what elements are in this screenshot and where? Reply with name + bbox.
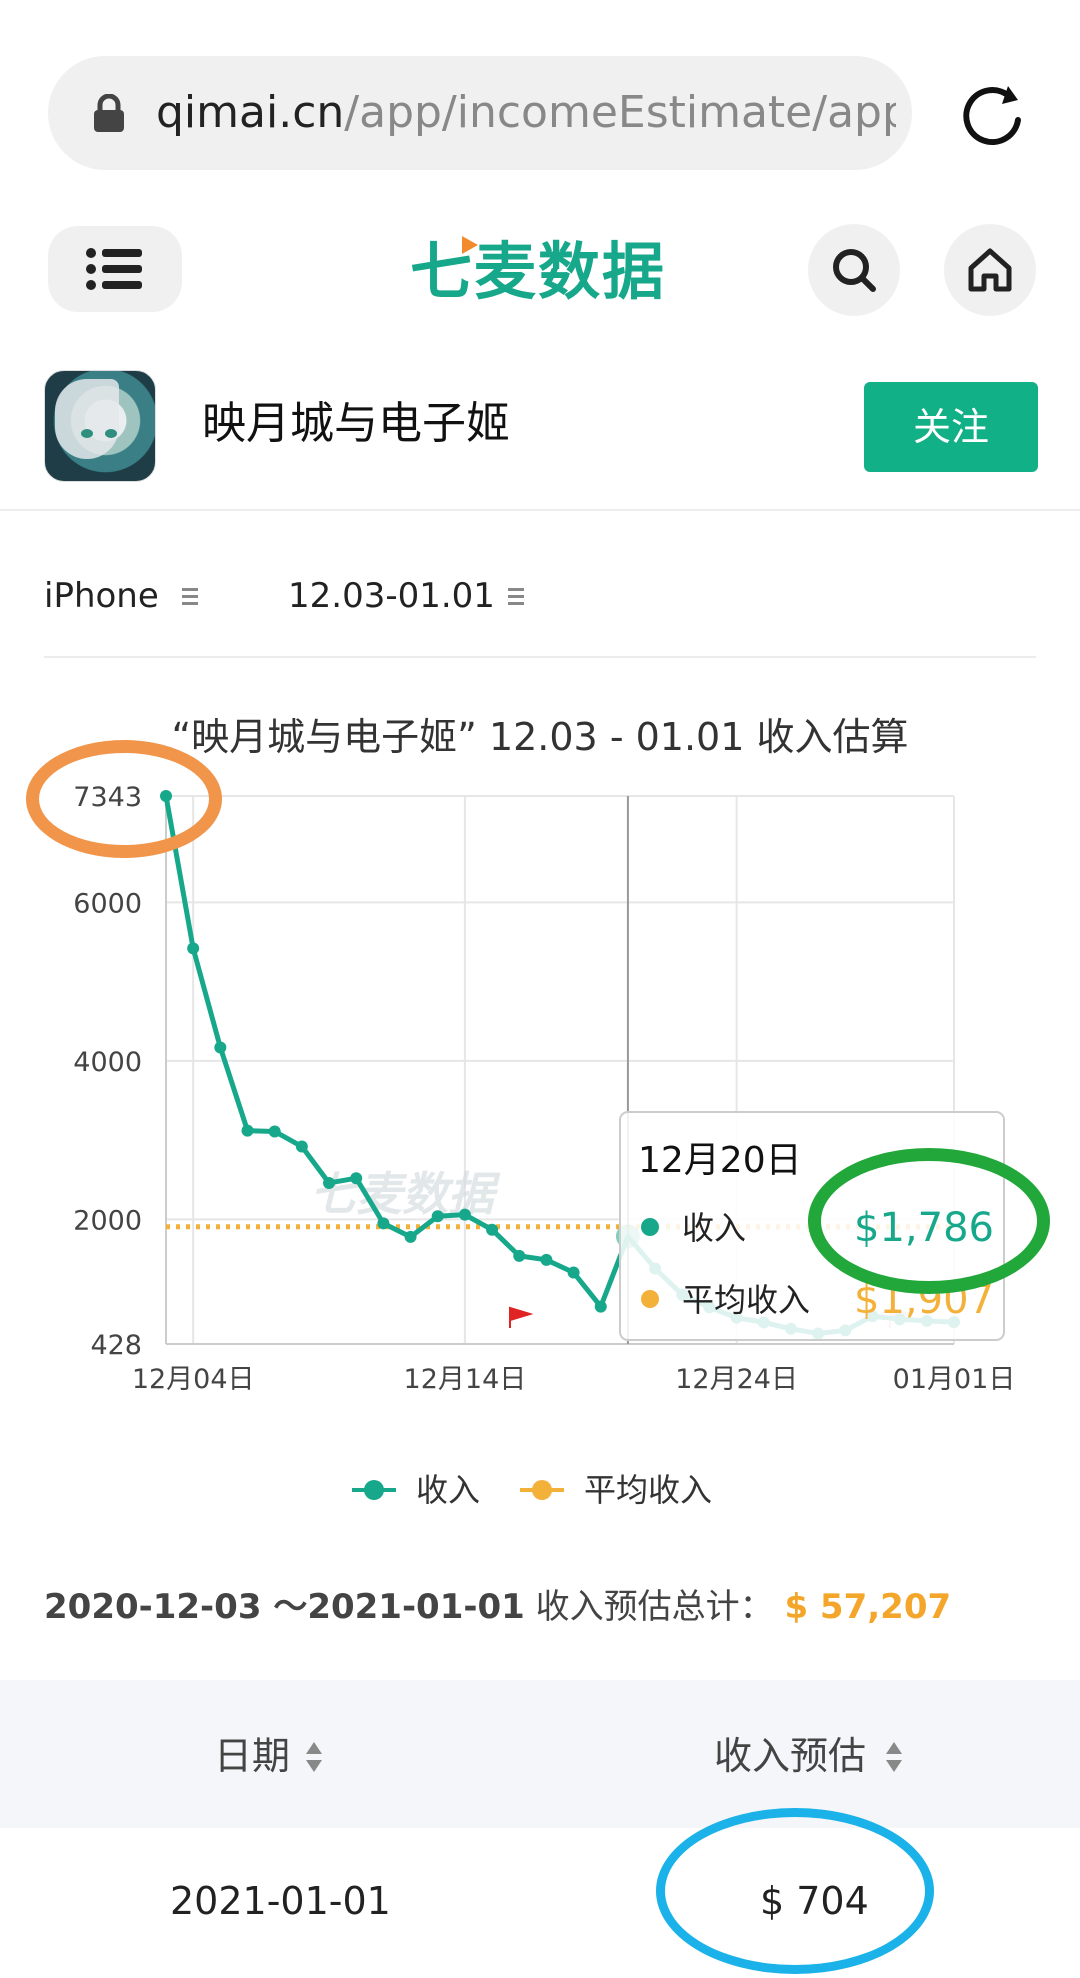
address-bar[interactable]: qimai.cn/app/incomeEstimate/appid/152894… [48, 56, 912, 170]
data-point-income [567, 1266, 580, 1279]
date-range-filter[interactable]: 12.03-01.01 [288, 574, 495, 618]
table-header: 日期 收入预估 [0, 1680, 1080, 1828]
data-point-income [594, 1300, 607, 1313]
data-point-income [486, 1223, 499, 1236]
column-header-date[interactable]: 日期 [214, 1732, 290, 1780]
divider [0, 509, 1080, 511]
data-point-income [377, 1217, 390, 1230]
brand-logo[interactable]: 七麦数据 [410, 232, 700, 312]
data-point-income [268, 1125, 281, 1138]
column-header-income[interactable]: 收入预估 [714, 1732, 866, 1780]
annotation-blue-ellipse [656, 1808, 934, 1974]
income-summary: 2020-12-03 ～2021-01-01 收入预估总计： $ 57,207 [44, 1584, 951, 1630]
y-tick-label: 2000 [73, 1205, 142, 1236]
data-point-income [431, 1210, 444, 1223]
legend-income[interactable]: 收入 [416, 1468, 480, 1512]
legend-average[interactable]: 平均收入 [584, 1468, 712, 1512]
brand-text: 七麦数据 [410, 235, 667, 308]
app-name: 映月城与电子姬 [202, 398, 510, 449]
url-text: qimai.cn/app/incomeEstimate/appid/152894… [156, 84, 896, 142]
legend-income-marker [352, 1480, 396, 1500]
sort-icon[interactable] [884, 1736, 904, 1776]
tooltip-income-label: 收入 [682, 1209, 746, 1247]
data-point-income [241, 1124, 254, 1137]
x-tick-label: 01月01日 [893, 1364, 1016, 1395]
x-tick-label: 12月04日 [132, 1364, 255, 1395]
tooltip-average-label: 平均收入 [682, 1281, 810, 1319]
chart-watermark: 七麦数据 [310, 1167, 501, 1221]
tooltip-income-marker [641, 1218, 659, 1236]
tooltip-date: 12月20日 [638, 1140, 802, 1181]
home-icon [968, 248, 1012, 292]
income-chart[interactable]: 428200040006000734312月04日 12月14日 12月24日 01月… [0, 760, 1080, 1420]
event-flag-icon [509, 1306, 534, 1328]
data-point-income [187, 942, 200, 955]
device-filter[interactable]: iPhone [44, 574, 159, 618]
data-point-income [458, 1208, 471, 1221]
data-point-income [513, 1249, 526, 1262]
data-point-income [404, 1230, 417, 1243]
y-tick-label: 428 [90, 1330, 142, 1361]
sort-icon[interactable] [304, 1736, 324, 1776]
data-point-income [540, 1253, 553, 1266]
menu-button[interactable] [48, 226, 182, 312]
url-path: /app/incomeEstimate/appid/1528941976 [344, 87, 896, 138]
filter-menu-icon[interactable] [182, 586, 198, 606]
search-button[interactable] [808, 224, 900, 316]
x-tick-label: 12月24日 [675, 1364, 798, 1395]
data-point-income [295, 1140, 308, 1153]
data-point-income [214, 1041, 227, 1054]
data-point-income [350, 1172, 363, 1185]
y-tick-label: 4000 [73, 1047, 142, 1078]
url-host: qimai.cn [156, 87, 345, 138]
summary-label: 收入预估总计： [535, 1587, 774, 1627]
annotation-orange-ellipse [26, 740, 222, 858]
y-tick-label: 6000 [73, 888, 142, 919]
tooltip-average-marker [641, 1290, 659, 1308]
divider [44, 656, 1036, 658]
summary-range: 2020-12-03 ～2021-01-01 [44, 1587, 525, 1627]
legend-average-marker [520, 1480, 564, 1500]
lock-icon [94, 94, 124, 132]
home-button[interactable] [944, 224, 1036, 316]
x-tick-label: 12月14日 [404, 1364, 527, 1395]
search-icon [833, 249, 876, 292]
list-icon [86, 248, 142, 290]
summary-total: $ 57,207 [784, 1587, 952, 1627]
annotation-green-ellipse [808, 1148, 1050, 1294]
data-point-income [323, 1176, 336, 1189]
reload-icon[interactable] [958, 80, 1032, 154]
filter-menu-icon[interactable] [508, 586, 524, 606]
brand-flag-icon [462, 236, 478, 254]
app-icon [44, 370, 156, 482]
row-date: 2021-01-01 [170, 1879, 391, 1923]
follow-button[interactable]: 关注 [864, 382, 1038, 472]
